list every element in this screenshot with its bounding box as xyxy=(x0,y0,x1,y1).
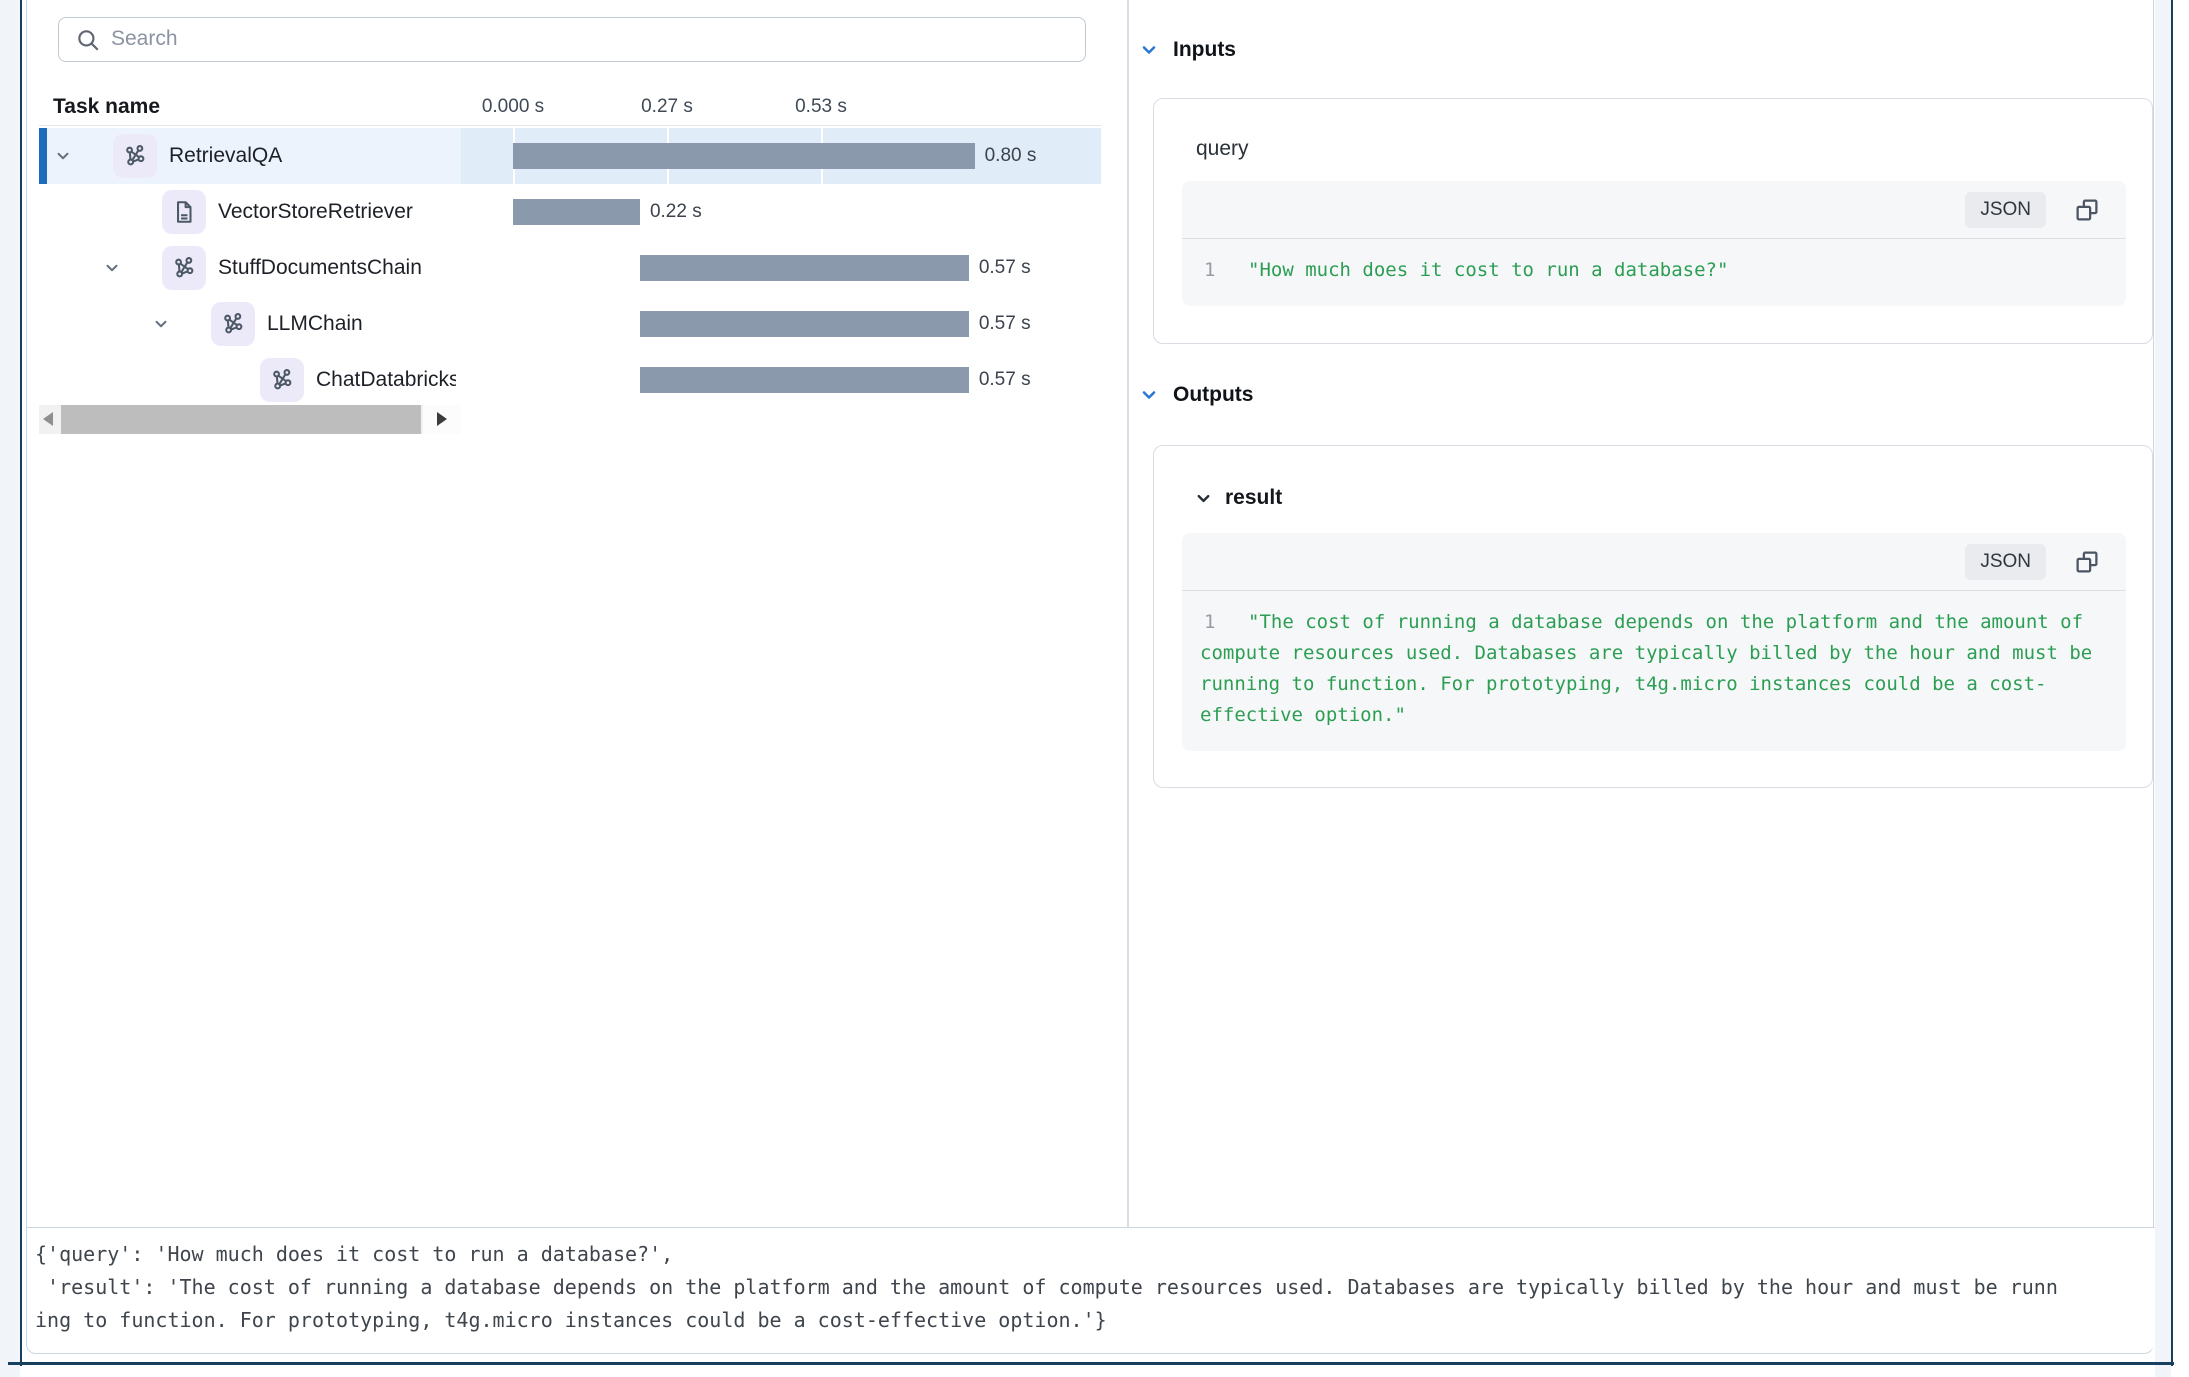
span-name: StuffDocumentsChain xyxy=(218,256,422,279)
field-key-query: query xyxy=(1196,137,1249,161)
search-input[interactable] xyxy=(111,19,1061,59)
outputs-card: result JSON 1 "The cost of running a dat… xyxy=(1153,445,2153,788)
span-name: VectorStoreRetriever xyxy=(218,200,413,223)
span-name: ChatDatabricks xyxy=(316,368,456,391)
trace-viewer-app: Task name 0.000 s 0.27 s 0.53 s xyxy=(0,0,2189,1377)
span-duration: 0.80 s xyxy=(985,128,1037,184)
line-number: 1 xyxy=(1204,255,1215,286)
axis-tick-2: 0.53 s xyxy=(795,88,847,126)
result-field-toggle[interactable]: result xyxy=(1194,486,1282,510)
chevron-down-icon[interactable] xyxy=(54,147,72,165)
gantt-bar[interactable] xyxy=(513,143,975,169)
scroll-right-arrow-icon xyxy=(437,412,447,426)
chain-span-icon xyxy=(162,246,206,290)
gantt-bar[interactable] xyxy=(640,367,969,393)
json-format-button[interactable]: JSON xyxy=(1965,544,2046,580)
code-body: 1 "How much does it cost to run a databa… xyxy=(1182,239,2126,306)
span-duration: 0.57 s xyxy=(979,296,1031,352)
horizontal-scrollbar[interactable] xyxy=(39,405,461,434)
search-box xyxy=(58,17,1086,62)
scroll-left-arrow-icon[interactable] xyxy=(43,412,53,426)
chain-span-icon xyxy=(113,134,157,178)
span-row-llmchain[interactable]: LLMChain 0.57 s xyxy=(39,296,1101,352)
inputs-section-toggle[interactable]: Inputs xyxy=(1139,38,1236,62)
scroll-right-button[interactable] xyxy=(423,405,461,434)
span-duration: 0.57 s xyxy=(979,352,1031,408)
chevron-down-icon[interactable] xyxy=(103,259,121,277)
span-tree-panel: Task name 0.000 s 0.27 s 0.53 s xyxy=(27,0,1101,1227)
copy-icon[interactable] xyxy=(2072,195,2102,225)
frame-right-border xyxy=(2171,0,2173,1366)
gantt-bar[interactable] xyxy=(513,199,640,225)
span-row-stuffdocumentschain[interactable]: StuffDocumentsChain 0.57 s xyxy=(39,240,1101,296)
inputs-card: query JSON 1 "How much does it cost to r… xyxy=(1153,98,2153,344)
span-duration: 0.22 s xyxy=(650,184,702,240)
page-right-gutter xyxy=(2155,0,2171,1377)
axis-tick-1: 0.27 s xyxy=(641,88,693,126)
console-output-text: {'query': 'How much does it cost to run … xyxy=(35,1238,2155,1337)
chevron-down-icon xyxy=(1139,385,1159,405)
result-code-block: JSON 1 "The cost of running a database d… xyxy=(1182,533,2126,751)
json-format-button[interactable]: JSON xyxy=(1965,192,2046,228)
query-value: "How much does it cost to run a database… xyxy=(1200,255,2110,286)
task-name-column-header: Task name xyxy=(53,88,160,126)
frame-bottom-border xyxy=(8,1362,2174,1365)
trace-output-frame: Task name 0.000 s 0.27 s 0.53 s xyxy=(26,0,2154,1354)
chevron-down-icon xyxy=(1194,489,1213,508)
axis-tick-0: 0.000 s xyxy=(482,88,544,126)
line-number: 1 xyxy=(1204,607,1215,638)
code-block-toolbar: JSON xyxy=(1182,181,2126,239)
chevron-down-icon xyxy=(1139,40,1159,60)
span-name: RetrievalQA xyxy=(169,144,282,167)
selected-row-accent xyxy=(39,128,47,184)
copy-icon[interactable] xyxy=(2072,547,2102,577)
inputs-title: Inputs xyxy=(1173,38,1236,62)
span-name: LLMChain xyxy=(267,312,363,335)
gantt-bar[interactable] xyxy=(640,311,969,337)
outputs-title: Outputs xyxy=(1173,383,1253,407)
frame-left-border xyxy=(20,0,22,1366)
page-left-gutter xyxy=(0,0,20,1377)
field-key-result: result xyxy=(1225,486,1282,510)
query-code-block: JSON 1 "How much does it cost to run a d… xyxy=(1182,181,2126,306)
code-block-toolbar: JSON xyxy=(1182,533,2126,591)
result-value: "The cost of running a database depends … xyxy=(1200,607,2110,731)
gantt-bar[interactable] xyxy=(640,255,969,281)
chain-span-icon xyxy=(211,302,255,346)
outputs-section-toggle[interactable]: Outputs xyxy=(1139,383,1253,407)
span-duration: 0.57 s xyxy=(979,240,1031,296)
span-row-vectorstoreretriever[interactable]: VectorStoreRetriever 0.22 s xyxy=(39,184,1101,240)
retriever-document-icon xyxy=(162,190,206,234)
chain-span-icon xyxy=(260,358,304,402)
code-body: 1 "The cost of running a database depend… xyxy=(1182,591,2126,751)
gantt-header: Task name 0.000 s 0.27 s 0.53 s xyxy=(39,88,1101,126)
chevron-down-icon[interactable] xyxy=(152,315,170,333)
console-output-box: {'query': 'How much does it cost to run … xyxy=(27,1227,2155,1352)
span-row-retrievalqa[interactable]: RetrievalQA 0.80 s xyxy=(39,128,1101,184)
span-row-chatdatabricks[interactable]: ChatDatabricks 0.57 s xyxy=(39,352,1101,408)
scrollbar-thumb[interactable] xyxy=(61,405,421,434)
panel-divider[interactable] xyxy=(1127,0,1129,1227)
